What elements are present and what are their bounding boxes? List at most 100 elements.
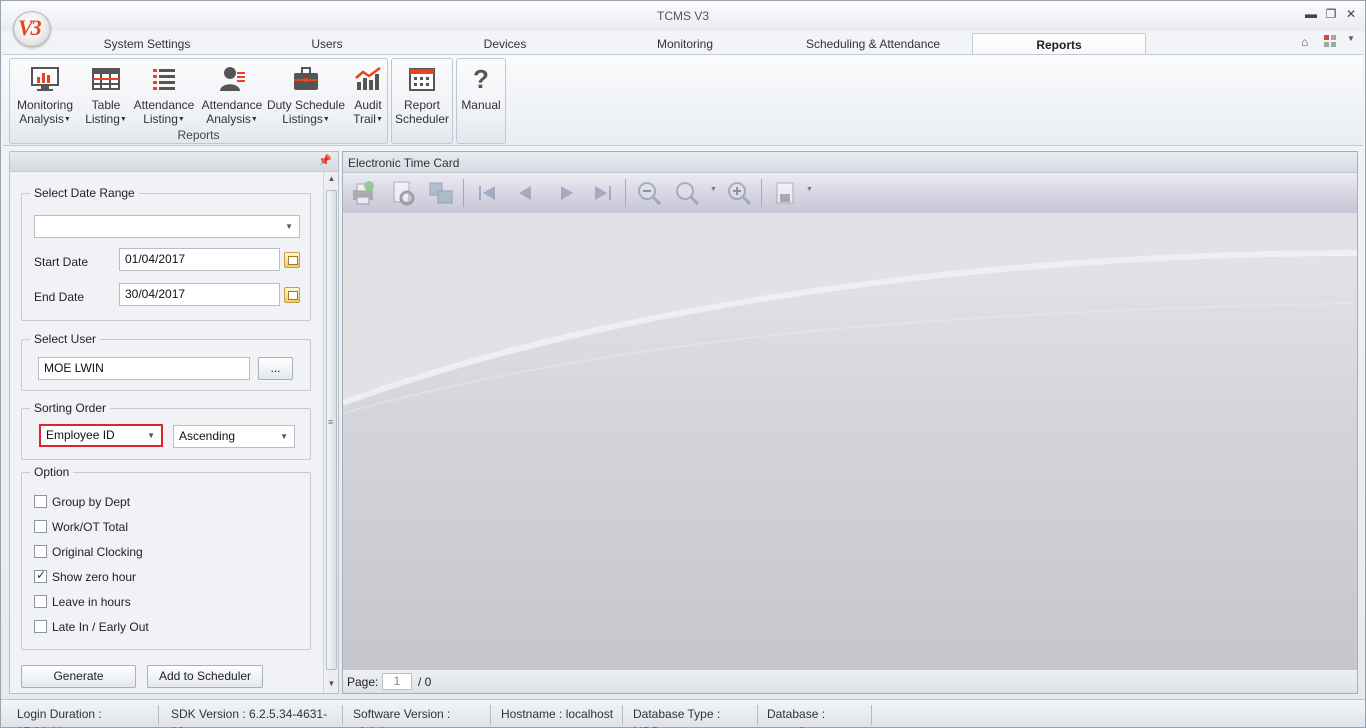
ribbon-options-icon[interactable]: ▼ <box>1347 34 1355 43</box>
viewer-toolbar: ▼ ▼ <box>343 173 1357 213</box>
late-in-early-out-label: Late In / Early Out <box>52 620 149 634</box>
print-icon[interactable] <box>349 180 377 206</box>
title-bar: TCMS V3 ▬ ❐ ✕ <box>1 1 1365 31</box>
attendance-analysis-button[interactable]: Attendance Analysis▼ <box>200 64 264 127</box>
page-total: / 0 <box>418 675 432 689</box>
user-field[interactable]: MOE LWIN <box>38 357 250 380</box>
next-page-icon[interactable] <box>553 180 581 206</box>
scroll-down-icon[interactable]: ▼ <box>324 679 339 688</box>
app-window: TCMS V3 ▬ ❐ ✕ V3 System Settings Users D… <box>0 0 1366 728</box>
end-date-field[interactable]: 30/04/2017 <box>119 283 280 306</box>
save-dropdown-icon[interactable]: ▼ <box>806 186 813 193</box>
panel-scrollbar[interactable]: ▲ ≡ ▼ <box>323 172 338 693</box>
restore-icon[interactable]: ❐ <box>1323 7 1339 21</box>
panel-header: 📌 <box>10 152 338 172</box>
viewer-header: Electronic Time Card <box>343 152 1357 173</box>
tab-monitoring[interactable]: Monitoring <box>599 33 771 55</box>
option-legend: Option <box>30 465 74 479</box>
group-by-dept-checkbox[interactable] <box>34 495 47 508</box>
viewer-title: Electronic Time Card <box>348 156 460 170</box>
original-clocking-label: Original Clocking <box>52 545 143 559</box>
monitoring-analysis-button[interactable]: Monitoring Analysis▼ <box>12 64 78 127</box>
window-title: TCMS V3 <box>656 9 709 23</box>
report-canvas[interactable] <box>343 213 1357 669</box>
chevron-down-icon: ▼ <box>280 432 288 441</box>
main-tabs: System Settings Users Devices Monitoring… <box>1 31 1365 55</box>
last-page-icon[interactable] <box>589 180 617 206</box>
leave-in-hours-label: Leave in hours <box>52 595 131 609</box>
late-in-early-out-checkbox[interactable] <box>34 620 47 633</box>
toolbar-separator <box>761 179 762 207</box>
login-duration-status: Login Duration : 17:31:11 <box>9 705 159 728</box>
work-ot-total-checkbox[interactable] <box>34 520 47 533</box>
table-listing-button[interactable]: Table Listing▼ <box>82 64 130 127</box>
monitor-chart-icon <box>30 64 60 94</box>
manual-button[interactable]: ? Manual <box>459 64 503 112</box>
generate-button[interactable]: Generate <box>21 665 136 688</box>
scroll-thumb[interactable]: ≡ <box>326 190 337 670</box>
status-bar: Login Duration : 17:31:11 SDK Version : … <box>1 699 1365 728</box>
collapse-ribbon-icon[interactable]: ⌂ <box>1301 35 1308 49</box>
work-ot-total-label: Work/OT Total <box>52 520 129 534</box>
chevron-down-icon: ▼ <box>147 431 155 440</box>
ribbon-group-label: Reports <box>177 128 220 142</box>
tab-scheduling-attendance[interactable]: Scheduling & Attendance <box>775 33 971 55</box>
database-status: Database : tcmsv3 <box>759 705 872 728</box>
tab-reports[interactable]: Reports <box>972 33 1146 55</box>
ribbon-group-scheduler: Report Scheduler <box>391 58 453 144</box>
sort-direction-select[interactable]: Ascending ▼ <box>173 425 295 448</box>
date-range-preset-select[interactable]: ▼ <box>34 215 300 238</box>
pin-icon[interactable]: 📌 <box>318 154 332 167</box>
start-date-calendar-icon[interactable] <box>284 252 300 268</box>
user-analysis-icon <box>217 64 247 94</box>
briefcase-icon <box>291 64 321 94</box>
zoom-out-icon[interactable] <box>635 180 663 206</box>
audit-trail-button[interactable]: Audit Trail▼ <box>348 64 388 127</box>
save-icon[interactable] <box>771 180 799 206</box>
table-icon <box>91 64 121 94</box>
duty-schedule-listings-button[interactable]: Duty Schedule Listings▼ <box>266 64 346 127</box>
sort-field-select[interactable]: Employee ID ▼ <box>39 424 163 447</box>
start-date-field[interactable]: 01/04/2017 <box>119 248 280 271</box>
show-zero-hour-checkbox[interactable] <box>34 568 47 583</box>
layout-switch-icon[interactable] <box>1323 34 1337 48</box>
report-options-panel: 📌 Select Date Range ▼ Start Date 01/04/2… <box>9 151 339 694</box>
attendance-listing-button[interactable]: Attendance Listing▼ <box>132 64 196 127</box>
tab-users[interactable]: Users <box>241 33 413 55</box>
option-group: Option Group by Dept Work/OT Total Origi… <box>21 465 311 650</box>
minimize-icon[interactable]: ▬ <box>1303 7 1319 21</box>
previous-page-icon[interactable] <box>511 180 539 206</box>
page-setup-icon[interactable] <box>389 180 417 206</box>
report-scheduler-button[interactable]: Report Scheduler <box>394 64 450 126</box>
first-page-icon[interactable] <box>473 180 501 206</box>
leave-in-hours-checkbox[interactable] <box>34 595 47 608</box>
report-viewer: Electronic Time Card ▼ ▼ Page: 1 / 0 <box>342 151 1358 694</box>
tab-system-settings[interactable]: System Settings <box>61 33 233 55</box>
page-number-field[interactable]: 1 <box>382 673 412 690</box>
list-icon <box>149 64 179 94</box>
export-icon[interactable] <box>427 180 455 206</box>
tab-devices[interactable]: Devices <box>419 33 591 55</box>
show-zero-hour-label: Show zero hour <box>52 570 137 584</box>
hostname-status: Hostname : localhost <box>493 705 623 725</box>
zoom-dropdown-icon[interactable]: ▼ <box>710 186 717 193</box>
calendar-icon <box>407 64 437 94</box>
ribbon-group-help: ? Manual <box>456 58 506 144</box>
user-group: Select User MOE LWIN ... <box>21 332 311 391</box>
page-label: Page: <box>347 675 379 689</box>
add-to-scheduler-button[interactable]: Add to Scheduler <box>147 665 263 688</box>
end-date-calendar-icon[interactable] <box>284 287 300 303</box>
zoom-icon[interactable] <box>673 180 701 206</box>
date-range-legend: Select Date Range <box>30 186 139 200</box>
original-clocking-checkbox[interactable] <box>34 545 47 558</box>
page-bar: Page: 1 / 0 <box>343 669 1357 693</box>
close-icon[interactable]: ✕ <box>1343 7 1359 21</box>
scroll-up-icon[interactable]: ▲ <box>324 174 339 183</box>
browse-user-button[interactable]: ... <box>258 357 293 380</box>
toolbar-separator <box>625 179 626 207</box>
ribbon: Monitoring Analysis▼ Table Listing▼ Attend… <box>3 54 1363 146</box>
database-type-status: Database Type : MDB <box>625 705 758 728</box>
app-logo[interactable]: V3 <box>13 11 51 47</box>
zoom-in-icon[interactable] <box>725 180 753 206</box>
software-version-status: Software Version : v2.1.1 <box>345 705 491 728</box>
